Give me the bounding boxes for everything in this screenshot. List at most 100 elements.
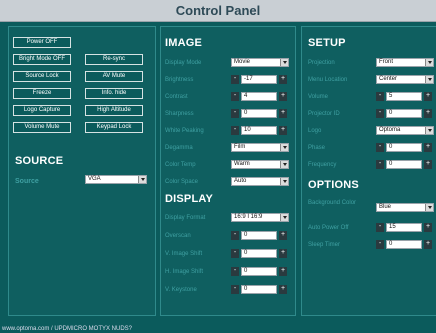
- chevron-down-icon: [280, 214, 288, 221]
- projector-id-label: Projector ID: [308, 111, 340, 117]
- projection-select[interactable]: Front: [376, 58, 434, 67]
- increment-button[interactable]: +: [424, 223, 432, 232]
- v-keystone-stepper: - 0 +: [231, 285, 289, 294]
- frequency-value[interactable]: 0: [386, 160, 422, 169]
- increment-button[interactable]: +: [424, 160, 432, 169]
- phase-label: Phase: [308, 145, 326, 151]
- display-mode-select[interactable]: Movie: [231, 58, 289, 67]
- white-peaking-value[interactable]: 10: [241, 126, 277, 135]
- increment-button[interactable]: +: [279, 75, 287, 84]
- chevron-down-icon: [280, 178, 288, 185]
- increment-button[interactable]: +: [279, 249, 287, 258]
- sleep-timer-value[interactable]: 0: [386, 240, 422, 249]
- power-off-button[interactable]: Power OFF: [13, 37, 71, 48]
- display-mode-label: Display Mode: [165, 60, 202, 66]
- display-format-label: Display Format: [165, 215, 206, 221]
- options-heading: OPTIONS: [308, 179, 359, 191]
- increment-button[interactable]: +: [279, 126, 287, 135]
- sleep-timer-label: Sleep Timer: [308, 242, 341, 248]
- overscan-stepper: - 0 +: [231, 231, 289, 240]
- logo-select[interactable]: Optoma: [376, 126, 434, 135]
- decrement-button[interactable]: -: [231, 249, 239, 258]
- brightness-value[interactable]: -17: [241, 75, 277, 84]
- sharpness-value[interactable]: 0: [241, 109, 277, 118]
- increment-button[interactable]: +: [279, 92, 287, 101]
- color-temp-select[interactable]: Warm: [231, 160, 289, 169]
- decrement-button[interactable]: -: [376, 160, 384, 169]
- info-hide-button[interactable]: Info. hide: [85, 88, 143, 99]
- v-keystone-value[interactable]: 0: [241, 285, 277, 294]
- projection-label: Projection: [308, 60, 335, 66]
- auto-power-off-value[interactable]: 15: [386, 223, 422, 232]
- decrement-button[interactable]: -: [231, 285, 239, 294]
- volume-value[interactable]: 5: [386, 92, 422, 101]
- bright-mode-off-button[interactable]: Bright Mode OFF: [13, 54, 71, 65]
- v-image-shift-value[interactable]: 0: [241, 249, 277, 258]
- increment-button[interactable]: +: [279, 267, 287, 276]
- display-format-select[interactable]: 16:9 I 16:9: [231, 213, 289, 222]
- source-lock-button[interactable]: Source Lock: [13, 71, 71, 82]
- high-altitude-button[interactable]: High Altitude: [85, 105, 143, 116]
- menu-location-select[interactable]: Center: [376, 75, 434, 84]
- status-bar: www.optoma.com / UPDMICRO MOTYX NUDS?: [0, 325, 436, 333]
- decrement-button[interactable]: -: [376, 92, 384, 101]
- freeze-button[interactable]: Freeze: [13, 88, 71, 99]
- decrement-button[interactable]: -: [231, 109, 239, 118]
- projector-id-value[interactable]: 0: [386, 109, 422, 118]
- v-keystone-label: V. Keystone: [165, 287, 197, 293]
- decrement-button[interactable]: -: [376, 240, 384, 249]
- increment-button[interactable]: +: [279, 231, 287, 240]
- white-peaking-label: White Peaking: [165, 128, 204, 134]
- increment-button[interactable]: +: [424, 240, 432, 249]
- chevron-down-icon: [425, 76, 433, 83]
- overscan-value[interactable]: 0: [241, 231, 277, 240]
- decrement-button[interactable]: -: [231, 267, 239, 276]
- projector-id-stepper: - 0 +: [376, 109, 434, 118]
- increment-button[interactable]: +: [424, 92, 432, 101]
- keypad-lock-button[interactable]: Keypad Lock: [85, 122, 143, 133]
- color-temp-label: Color Temp: [165, 162, 196, 168]
- chevron-down-icon: [280, 144, 288, 151]
- image-heading: IMAGE: [165, 37, 203, 49]
- h-image-shift-value[interactable]: 0: [241, 267, 277, 276]
- increment-button[interactable]: +: [279, 109, 287, 118]
- v-image-shift-stepper: - 0 +: [231, 249, 289, 258]
- auto-power-off-stepper: - 15 +: [376, 223, 434, 232]
- setup-heading: SETUP: [308, 37, 346, 49]
- source-label: Source: [15, 178, 39, 185]
- volume-mute-button[interactable]: Volume Mute: [13, 122, 71, 133]
- decrement-button[interactable]: -: [231, 75, 239, 84]
- av-mute-button[interactable]: AV Mute: [85, 71, 143, 82]
- chevron-down-icon: [425, 127, 433, 134]
- logo-capture-button[interactable]: Logo Capture: [13, 105, 71, 116]
- source-heading: SOURCE: [15, 155, 64, 167]
- brightness-stepper: - -17 +: [231, 75, 289, 84]
- source-select[interactable]: VGA: [85, 175, 147, 184]
- color-space-label: Color Space: [165, 179, 199, 185]
- decrement-button[interactable]: -: [231, 126, 239, 135]
- overscan-label: Overscan: [165, 233, 191, 239]
- decrement-button[interactable]: -: [231, 231, 239, 240]
- re-sync-button[interactable]: Re-sync: [85, 54, 143, 65]
- degamma-label: Degamma: [165, 145, 193, 151]
- contrast-value[interactable]: 4: [241, 92, 277, 101]
- brightness-label: Brightness: [165, 77, 194, 83]
- degamma-select[interactable]: Film: [231, 143, 289, 152]
- background-color-label: Background Color: [308, 200, 357, 206]
- increment-button[interactable]: +: [279, 285, 287, 294]
- control-panel-window: { "title": "Control Panel", "quick_butto…: [0, 0, 436, 333]
- chevron-down-icon: [425, 204, 433, 211]
- contrast-label: Contrast: [165, 94, 188, 100]
- decrement-button[interactable]: -: [376, 143, 384, 152]
- background-color-select[interactable]: Blue: [376, 203, 434, 212]
- decrement-button[interactable]: -: [376, 109, 384, 118]
- menu-location-label: Menu Location: [308, 77, 348, 83]
- decrement-button[interactable]: -: [231, 92, 239, 101]
- decrement-button[interactable]: -: [376, 223, 384, 232]
- phase-value[interactable]: 0: [386, 143, 422, 152]
- color-space-select[interactable]: Auto: [231, 177, 289, 186]
- increment-button[interactable]: +: [424, 109, 432, 118]
- increment-button[interactable]: +: [424, 143, 432, 152]
- window-title: Control Panel: [0, 0, 436, 22]
- quick-actions-panel: Power OFF Bright Mode OFF Re-sync Source…: [8, 26, 156, 316]
